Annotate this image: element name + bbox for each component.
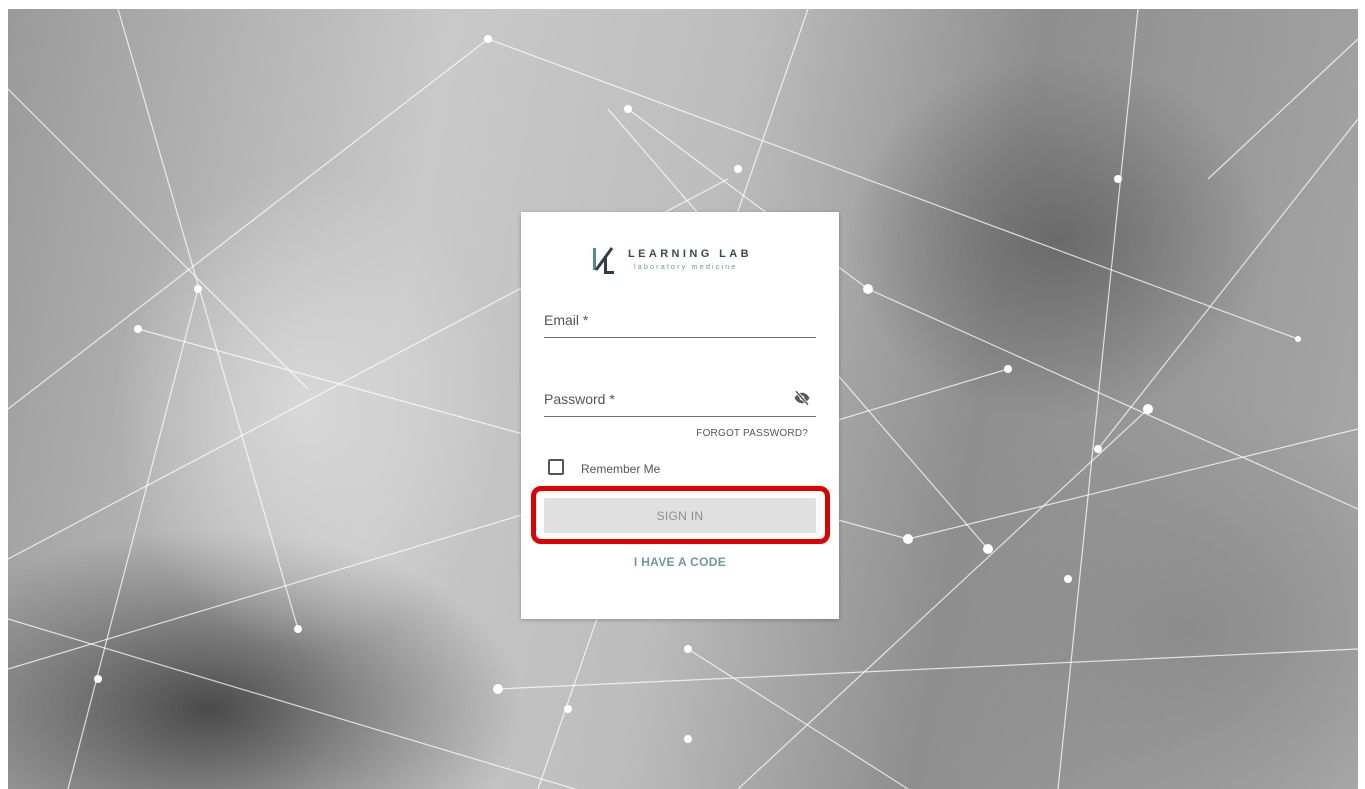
logo-subtitle: laboratory medicine <box>634 262 738 271</box>
learning-lab-logo-icon <box>593 247 614 274</box>
forgot-password-link[interactable]: FORGOT PASSWORD? <box>696 428 808 439</box>
logo-title: LEARNING LAB <box>628 248 752 260</box>
login-card: LEARNING LAB laboratory medicine Email *… <box>521 212 839 619</box>
remember-me-checkbox[interactable] <box>548 459 564 475</box>
password-input[interactable] <box>544 381 816 416</box>
email-field[interactable]: Email * <box>544 302 816 338</box>
email-input[interactable] <box>544 302 816 337</box>
logo: LEARNING LAB laboratory medicine <box>590 242 770 282</box>
password-field[interactable]: Password * <box>544 381 816 417</box>
remember-me-label: Remember Me <box>581 462 661 476</box>
sign-in-button[interactable]: SIGN IN <box>544 498 816 533</box>
eye-off-icon[interactable] <box>792 389 812 407</box>
have-code-link[interactable]: I HAVE A CODE <box>521 555 839 569</box>
